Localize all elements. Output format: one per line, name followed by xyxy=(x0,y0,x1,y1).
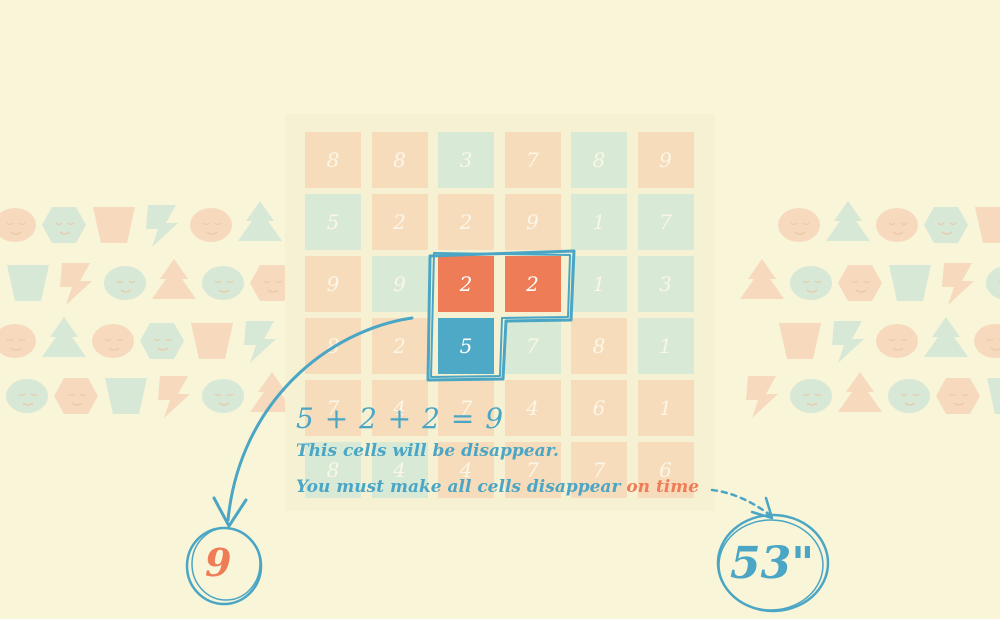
grid-cell[interactable]: 5 xyxy=(305,194,361,250)
pattern-shape xyxy=(93,207,135,243)
pattern-shape xyxy=(838,372,882,412)
pattern-shape xyxy=(6,379,48,413)
timer-value: 53" xyxy=(730,538,815,589)
pattern-shape xyxy=(888,379,930,413)
pattern-shape xyxy=(92,324,134,358)
grid-cell[interactable]: 5 xyxy=(438,318,494,374)
pattern-shape xyxy=(60,263,92,305)
pattern-shape xyxy=(104,266,146,300)
pattern-shape xyxy=(876,324,918,358)
pattern-shape xyxy=(778,208,820,242)
grid-cell[interactable]: 7 xyxy=(637,194,694,250)
pattern-shape xyxy=(202,379,244,413)
pattern-shape xyxy=(975,207,1000,243)
pattern-shape xyxy=(740,259,784,299)
grid-cell[interactable]: 8 xyxy=(305,318,361,374)
pattern-shape xyxy=(779,323,821,359)
pattern-shape xyxy=(974,324,1000,358)
pattern-shape xyxy=(924,207,968,243)
grid-cell[interactable]: 8 xyxy=(371,132,428,188)
grid-cell[interactable]: 2 xyxy=(371,194,428,250)
score-value: 9 xyxy=(205,540,232,585)
pattern-shape xyxy=(889,265,931,301)
grid-cell[interactable]: 1 xyxy=(637,318,694,374)
pattern-shape xyxy=(42,317,86,357)
pattern-shape xyxy=(158,376,190,418)
grid-cell[interactable]: 2 xyxy=(504,256,561,312)
grid-cell[interactable]: 6 xyxy=(571,380,627,436)
grid-cell[interactable]: 9 xyxy=(305,256,361,312)
instruction-line-1: This cells will be disappear. xyxy=(296,441,559,461)
pattern-shape xyxy=(838,265,882,301)
pattern-shape xyxy=(790,379,832,413)
pattern-shape xyxy=(832,321,864,363)
grid-cell[interactable]: 1 xyxy=(571,256,627,312)
grid-cell[interactable]: 7 xyxy=(504,132,561,188)
instruction-line-2: You must make all cells disappear on tim… xyxy=(296,477,699,497)
pattern-shape xyxy=(0,208,36,242)
pattern-shape xyxy=(0,324,36,358)
grid-cell[interactable]: 3 xyxy=(637,256,694,312)
grid-cell[interactable]: 9 xyxy=(637,132,694,188)
pattern-shape xyxy=(140,323,184,359)
pattern-shape xyxy=(987,378,1000,414)
pattern-shape xyxy=(190,208,232,242)
pattern-shape xyxy=(42,207,86,243)
grid-cell[interactable]: 2 xyxy=(371,318,428,374)
grid-cell[interactable]: 8 xyxy=(305,132,361,188)
instruction-line-2-main: You must make all cells disappear xyxy=(296,477,627,497)
pattern-shape xyxy=(244,321,276,363)
grid-cell[interactable]: 2 xyxy=(438,256,494,312)
pattern-shape xyxy=(826,201,870,241)
pattern-shape xyxy=(202,266,244,300)
pattern-shape xyxy=(936,378,980,414)
grid-cell[interactable]: 3 xyxy=(438,132,494,188)
grid-cell[interactable]: 9 xyxy=(371,256,428,312)
pattern-shape xyxy=(105,378,147,414)
pattern-shape xyxy=(942,263,974,305)
pattern-shape xyxy=(7,265,49,301)
instruction-highlight: on time xyxy=(626,477,700,497)
grid-cell[interactable]: 8 xyxy=(571,132,627,188)
grid-cell[interactable]: 8 xyxy=(571,318,627,374)
grid-cell[interactable]: 4 xyxy=(504,380,561,436)
pattern-shape xyxy=(746,376,778,418)
equation-text: 5 + 2 + 2 = 9 xyxy=(296,402,505,435)
grid-cell[interactable]: 7 xyxy=(504,318,561,374)
pattern-shape xyxy=(152,259,196,299)
grid-cell[interactable]: 9 xyxy=(504,194,561,250)
pattern-shape xyxy=(238,201,282,241)
pattern-shape xyxy=(146,205,178,247)
grid-cell[interactable]: 2 xyxy=(438,194,494,250)
pattern-shape xyxy=(54,378,98,414)
grid-cell[interactable]: 1 xyxy=(571,194,627,250)
pattern-shape xyxy=(790,266,832,300)
pattern-shape xyxy=(191,323,233,359)
pattern-shape xyxy=(986,266,1000,300)
pattern-shape xyxy=(924,317,968,357)
pattern-shape xyxy=(876,208,918,242)
grid-cell[interactable]: 1 xyxy=(637,380,694,436)
